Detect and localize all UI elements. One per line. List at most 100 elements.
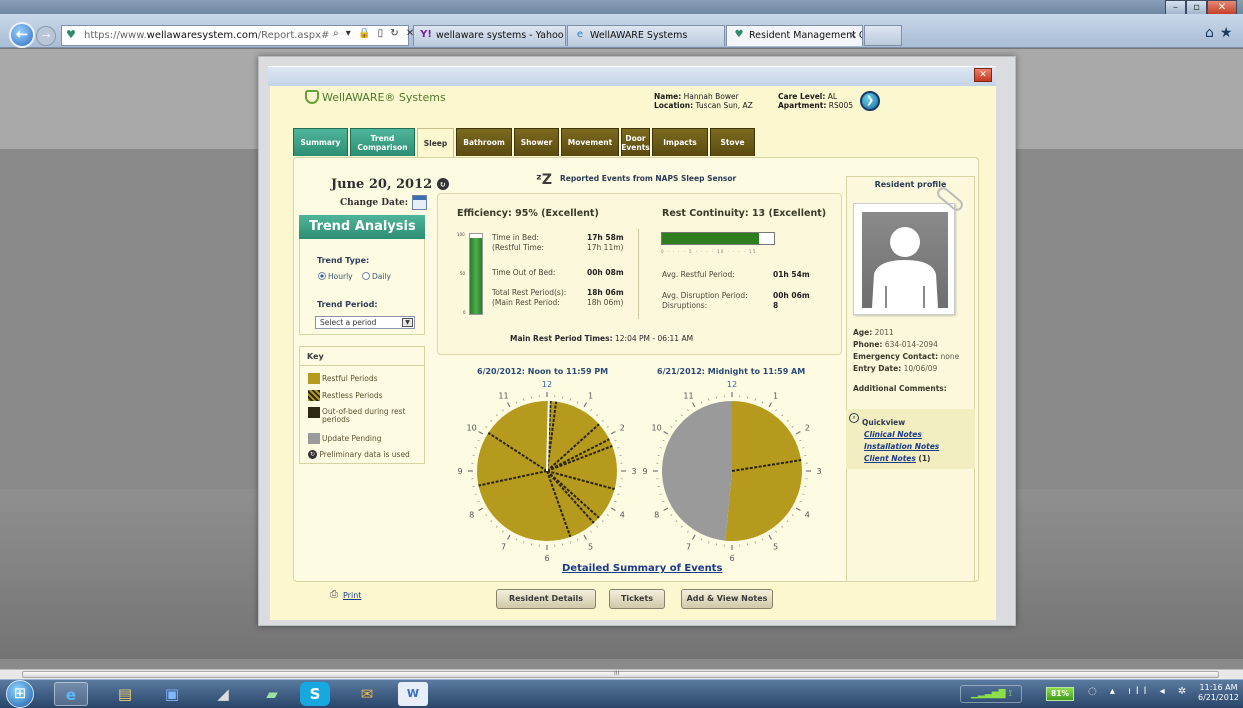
clock-title-noon: 6/20/2012: Noon to 11:59 PM — [477, 367, 609, 376]
tab-bathroom[interactable]: Bathroom — [456, 128, 512, 156]
trend-period-select[interactable]: Select a period ▼ — [315, 316, 415, 329]
clock-tick — [761, 401, 764, 404]
clinical-notes-link[interactable]: Clinical Notes — [864, 430, 922, 439]
rest-continuity-heading: Rest Continuity: 13 (Excellent) — [662, 208, 827, 219]
browser-tab-yahoo[interactable]: Y! wellaware systems - Yahoo! Se... — [413, 25, 566, 46]
modal-close-button[interactable]: ✕ — [974, 68, 992, 82]
tickets-button[interactable]: Tickets — [609, 589, 665, 609]
browser-tab-resident-management[interactable]: ♥ Resident Management Over... × — [726, 25, 863, 46]
clock-tick — [680, 525, 683, 528]
battery-indicator[interactable]: 81% — [1046, 687, 1074, 701]
clock-tick — [515, 401, 518, 404]
new-tab-button[interactable] — [864, 25, 902, 46]
magnifier-icon: ⌕ — [849, 413, 859, 423]
media-player-icon[interactable]: ▣ — [155, 682, 189, 706]
signal-strength-icon[interactable]: ▁▂▃▅▇ ⟟ — [960, 685, 1022, 703]
clock-tick — [495, 525, 498, 528]
tab-shower[interactable]: Shower — [514, 128, 559, 156]
clock-tick — [799, 500, 802, 503]
clock-tick — [791, 426, 794, 428]
bar-scale-top: 100 — [457, 232, 465, 237]
clock-number: 2 — [805, 424, 810, 433]
word-icon[interactable]: W — [398, 682, 428, 706]
internet-explorer-icon[interactable]: e — [54, 682, 88, 706]
tab-label: Trend Comparison — [357, 133, 408, 152]
care-level: Care Level: AL — [778, 92, 838, 101]
system-clock[interactable]: 11:16 AM 6/21/2012 — [1198, 683, 1239, 703]
next-resident-button[interactable]: ❯ — [860, 91, 880, 111]
browser-tab-wellaware[interactable]: e WellAWARE Systems — [567, 25, 725, 46]
report-date: June 20, 2012 ↻ — [331, 177, 449, 192]
clock-number: 1 — [588, 392, 593, 401]
clock-tick — [781, 414, 784, 417]
daily-radio[interactable]: Daily — [362, 272, 391, 281]
tab-summary[interactable]: Summary — [293, 128, 348, 156]
clock-tick — [601, 520, 604, 523]
tab-label: Sleep — [423, 139, 448, 148]
clock-number: 12 — [542, 380, 552, 389]
clock-tick — [490, 520, 493, 523]
tab-trend-comparison[interactable]: Trend Comparison — [350, 128, 415, 156]
file-explorer-icon[interactable]: ▤ — [108, 682, 142, 706]
restful-swatch — [308, 373, 320, 384]
clock-tick — [583, 534, 588, 540]
scroll-grip: III — [614, 670, 620, 677]
calendar-icon[interactable] — [412, 195, 427, 210]
home-favorites-icons[interactable]: ⌂★ — [1205, 25, 1238, 41]
clock-number: 3 — [816, 467, 821, 476]
clock-tick — [786, 520, 789, 523]
horizontal-scrollbar[interactable]: III — [0, 669, 1243, 679]
clock-tick — [610, 507, 616, 512]
print-link[interactable]: Print — [343, 591, 361, 600]
outlook-icon[interactable]: ✉ — [350, 682, 384, 706]
clock-tick — [576, 538, 579, 541]
add-view-notes-button[interactable]: Add & View Notes — [681, 589, 773, 609]
tab-sleep[interactable]: Sleep — [417, 128, 454, 158]
back-button[interactable]: ← — [9, 22, 35, 48]
clock-tick — [617, 493, 620, 495]
skype-icon[interactable]: S — [300, 682, 330, 706]
app-icon[interactable]: ◢ — [206, 682, 240, 706]
clock-number: 10 — [467, 424, 477, 433]
preliminary-icon: ↻ — [436, 178, 449, 190]
restless-swatch — [308, 390, 320, 401]
installation-notes-link[interactable]: Installation Notes — [864, 442, 939, 451]
clock-tick — [596, 414, 599, 417]
clock-tick — [754, 398, 756, 401]
clock-tick — [708, 541, 710, 544]
folder-app-icon[interactable]: ▰ — [255, 682, 289, 706]
clock-tick — [761, 538, 764, 541]
detailed-summary-link[interactable]: Detailed Summary of Events — [562, 563, 722, 574]
tray-icons[interactable]: ◌ ▴ ıll ◂ ✲ — [1088, 686, 1191, 697]
restful-time-value: 17h 11m) — [587, 243, 624, 252]
tab-door-events[interactable]: Door Events — [621, 128, 650, 156]
hourly-radio[interactable]: Hourly — [318, 272, 353, 281]
disruptions-value: 8 — [773, 301, 779, 310]
resident-details-button[interactable]: Resident Details — [496, 589, 596, 609]
scrollbar-thumb[interactable] — [22, 671, 1219, 678]
clock-tick — [502, 409, 504, 412]
clock-tick — [576, 401, 579, 404]
clock-tick — [614, 439, 617, 442]
ie-icon: e — [576, 29, 584, 40]
clock-tick — [675, 419, 678, 422]
tab-close-icon[interactable]: × — [849, 26, 857, 45]
resident-profile-title: Resident profile — [874, 180, 947, 189]
start-button[interactable]: ⊞ — [6, 680, 34, 708]
clock-tick — [474, 447, 477, 449]
avg-disruption-label: Avg. Disruption Period: — [662, 291, 748, 300]
address-controls[interactable]: ⌕ ▾ 🔒 ▯ ↻ ✕ — [333, 28, 416, 39]
forward-button[interactable]: → — [36, 26, 56, 46]
efficiency-heading: Efficiency: 95% (Excellent) — [457, 208, 599, 219]
main-rest-label: (Main Rest Period: — [492, 298, 560, 307]
clock-tick — [606, 426, 609, 428]
client-notes-link[interactable]: Client Notes — [864, 454, 916, 463]
sleep-clock-midnight: 121234567891011 — [642, 380, 821, 563]
tab-movement[interactable]: Movement — [561, 128, 619, 156]
clock-number: 9 — [457, 467, 462, 476]
tab-impacts[interactable]: Impacts — [652, 128, 708, 156]
clock-tick — [700, 538, 703, 541]
clock-tick — [590, 530, 592, 533]
clock-tick — [700, 401, 703, 404]
tab-stove[interactable]: Stove — [710, 128, 755, 156]
